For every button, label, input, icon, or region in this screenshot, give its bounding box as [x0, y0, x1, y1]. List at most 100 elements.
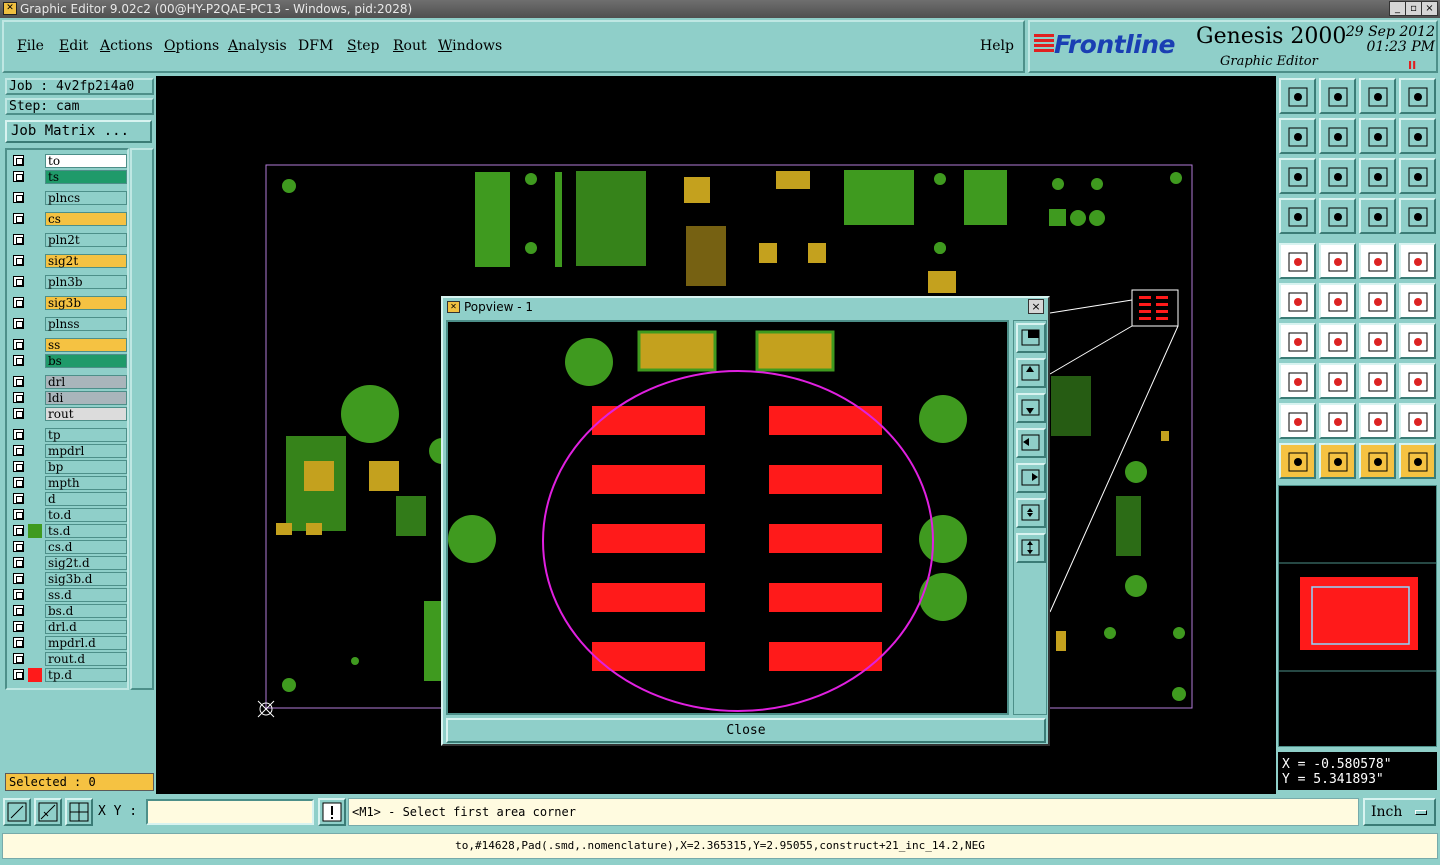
select-chain-button[interactable]	[1399, 443, 1436, 479]
layer-row[interactable]: rout	[10, 407, 127, 421]
help-button[interactable]	[1399, 158, 1436, 194]
layer-row[interactable]: ts.d	[10, 524, 127, 538]
snap-tool-button[interactable]	[1319, 198, 1356, 234]
layer-checkbox[interactable]	[13, 541, 24, 552]
zoom-1-1-button[interactable]	[1359, 158, 1396, 194]
overview-minimap[interactable]	[1278, 485, 1437, 747]
layer-name[interactable]: pln2t	[45, 233, 127, 247]
layer-name[interactable]: plncs	[45, 191, 127, 205]
layer-checkbox[interactable]	[13, 461, 24, 472]
fit-view-button[interactable]	[1279, 158, 1316, 194]
layer-row[interactable]: mpdrl	[10, 444, 127, 458]
layer-checkbox[interactable]	[13, 573, 24, 584]
triangle-tool-button[interactable]	[1279, 403, 1316, 439]
menu-analysis[interactable]: Analysis	[228, 38, 287, 54]
arc-tool-button[interactable]	[1399, 283, 1436, 319]
profile-tool-button[interactable]	[1399, 403, 1436, 439]
layer-row[interactable]: sig3b.d	[10, 572, 127, 586]
layer-row[interactable]: sig3b	[10, 296, 127, 310]
layer-row[interactable]: drl.d	[10, 620, 127, 634]
layer-name[interactable]: pln3b	[45, 275, 127, 289]
layer-name[interactable]: rout	[45, 407, 127, 421]
layer-checkbox[interactable]	[13, 276, 24, 287]
layer-name[interactable]: mpdrl.d	[45, 636, 127, 650]
layer-name[interactable]: sig2t.d	[45, 556, 127, 570]
layer-name[interactable]: cs.d	[45, 540, 127, 554]
layer-checkbox[interactable]	[13, 637, 24, 648]
popview-pan-right-button[interactable]	[1016, 463, 1046, 493]
layer-name[interactable]: ss.d	[45, 588, 127, 602]
add-line-button[interactable]	[1359, 283, 1396, 319]
layer-checkbox[interactable]	[13, 171, 24, 182]
add-feature-button[interactable]	[1279, 243, 1316, 279]
mirror-tool-button[interactable]	[1399, 323, 1436, 359]
layer-checkbox[interactable]	[13, 525, 24, 536]
popview-pan-left-button[interactable]	[1016, 428, 1046, 458]
select-box-button[interactable]	[1319, 443, 1356, 479]
menu-edit[interactable]: Edit	[59, 38, 88, 54]
select-net-button[interactable]	[1359, 443, 1396, 479]
measure-button[interactable]	[34, 798, 62, 826]
layer-row[interactable]: d	[10, 492, 127, 506]
layer-checkbox[interactable]	[13, 318, 24, 329]
layer-row[interactable]: to	[10, 154, 127, 168]
slope-tool-button[interactable]	[1279, 323, 1316, 359]
layer-name[interactable]: ldi	[45, 391, 127, 405]
layer-checkbox[interactable]	[13, 297, 24, 308]
layer-row[interactable]: pln2t	[10, 233, 127, 247]
popview-close-button[interactable]: Close	[446, 718, 1046, 743]
maximize-button[interactable]: ▫	[1405, 1, 1422, 16]
select-poly-button[interactable]	[1319, 243, 1356, 279]
layer-row[interactable]: sig2t	[10, 254, 127, 268]
redraw-button[interactable]	[1399, 118, 1436, 154]
popview-canvas[interactable]	[446, 320, 1009, 715]
job-matrix-button[interactable]: Job Matrix ...	[5, 120, 152, 143]
layer-checkbox[interactable]	[13, 355, 24, 366]
layer-checkbox[interactable]	[13, 445, 24, 456]
layer-name[interactable]: sig2t	[45, 254, 127, 268]
layer-row[interactable]: bs	[10, 354, 127, 368]
layer-name[interactable]: sig3b	[45, 296, 127, 310]
layer-name[interactable]: ts.d	[45, 524, 127, 538]
zoom-area-button[interactable]	[3, 798, 31, 826]
home-button[interactable]	[1359, 78, 1396, 114]
layer-row[interactable]: bp	[10, 460, 127, 474]
rotate-tool-button[interactable]	[1359, 323, 1396, 359]
layer-name[interactable]: bs	[45, 354, 127, 368]
layer-row[interactable]: ts	[10, 170, 127, 184]
popview-titlebar[interactable]: ✕ Popview - 1 ×	[443, 298, 1048, 316]
group-tool-button[interactable]	[1399, 363, 1436, 399]
layer-checkbox[interactable]	[13, 589, 24, 600]
shape-tool-button[interactable]	[1359, 403, 1396, 439]
layer-checkbox[interactable]	[13, 392, 24, 403]
layer-row[interactable]: ldi	[10, 391, 127, 405]
cut-tool-button[interactable]	[1319, 363, 1356, 399]
layer-row[interactable]: tp	[10, 428, 127, 442]
copy-tool-button[interactable]	[1279, 363, 1316, 399]
measure-tool-button[interactable]	[1279, 198, 1316, 234]
layer-checkbox[interactable]	[13, 669, 24, 680]
layer-name[interactable]: tp.d	[45, 668, 127, 682]
net-tool-button[interactable]	[1399, 198, 1436, 234]
layer-name[interactable]: bp	[45, 460, 127, 474]
menu-dfm[interactable]: DFM	[298, 38, 333, 54]
layer-row[interactable]: mpdrl.d	[10, 636, 127, 650]
alert-button[interactable]	[318, 798, 346, 826]
layer-name[interactable]: to.d	[45, 508, 127, 522]
menu-help[interactable]: Help	[980, 38, 1014, 54]
layer-name[interactable]: drl	[45, 375, 127, 389]
layer-row[interactable]: mpth	[10, 476, 127, 490]
layer-row[interactable]: cs.d	[10, 540, 127, 554]
layer-checkbox[interactable]	[13, 621, 24, 632]
layer-list-scrollbar[interactable]	[130, 148, 154, 690]
layer-checkbox[interactable]	[13, 213, 24, 224]
layer-checkbox[interactable]	[13, 234, 24, 245]
layer-checkbox[interactable]	[13, 376, 24, 387]
layer-checkbox[interactable]	[13, 653, 24, 664]
layer-name[interactable]: tp	[45, 428, 127, 442]
delete-node-button[interactable]	[1319, 283, 1356, 319]
menu-windows[interactable]: Windows	[438, 38, 502, 54]
layer-checkbox[interactable]	[13, 429, 24, 440]
menu-step[interactable]: Step	[347, 38, 379, 54]
snap-grid-button[interactable]	[65, 798, 93, 826]
